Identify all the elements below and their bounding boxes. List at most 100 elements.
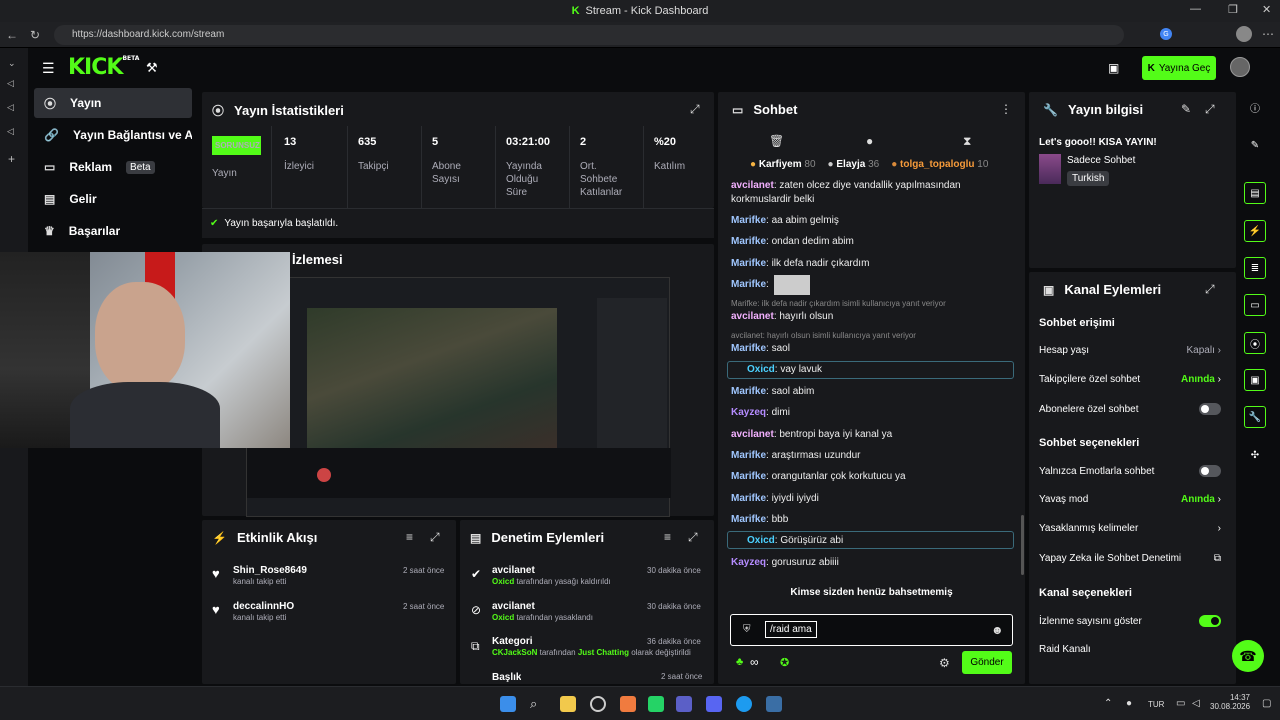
- volume-icon[interactable]: ◁: [1192, 698, 1200, 709]
- speaker-icon[interactable]: ◁: [7, 78, 14, 89]
- sidebar-item-stream[interactable]: ⦿ Yayın: [34, 88, 192, 118]
- minimize-icon[interactable]: —: [1190, 3, 1201, 15]
- kick-emote-icon[interactable]: ✪: [780, 656, 789, 669]
- account-age-row[interactable]: Hesap yaşı Kapalı ›: [1039, 345, 1221, 356]
- discord-icon[interactable]: [706, 696, 722, 712]
- chat-message[interactable]: Marifke: aa abim gelmiş: [731, 214, 1011, 228]
- speaker-icon[interactable]: ◁: [7, 102, 14, 113]
- mic-icon[interactable]: ●: [1126, 698, 1132, 709]
- chat-input-text[interactable]: /raid ama: [765, 621, 817, 638]
- extension-icon[interactable]: G: [1160, 28, 1172, 40]
- more-vertical-icon[interactable]: ⋮: [1000, 102, 1012, 116]
- emoji-icon[interactable]: ☻: [991, 623, 1004, 637]
- support-icon[interactable]: ☎: [1232, 640, 1264, 672]
- infinity-icon[interactable]: ∞: [750, 655, 759, 669]
- obs-icon[interactable]: [590, 696, 606, 712]
- user-avatar[interactable]: [1230, 57, 1250, 77]
- chat-bubble-icon[interactable]: ●: [866, 134, 873, 148]
- whatsapp-icon[interactable]: [648, 696, 664, 712]
- more-menu-icon[interactable]: ⋯: [1262, 27, 1274, 41]
- wrench-tool-icon[interactable]: 🔧: [1244, 406, 1266, 428]
- hamburger-menu-icon[interactable]: ☰: [42, 60, 55, 77]
- address-input[interactable]: https://dashboard.kick.com/stream: [54, 25, 1124, 45]
- expand-icon[interactable]: ⤢: [1205, 282, 1215, 297]
- settings-icon[interactable]: ⚙: [939, 656, 950, 670]
- filter-icon[interactable]: ≡: [406, 530, 413, 544]
- stream-preview-video[interactable]: [246, 277, 671, 517]
- slow-mode-row[interactable]: Yavaş mod Anında ›: [1039, 494, 1221, 505]
- teams-icon[interactable]: [676, 696, 692, 712]
- followers-only-row[interactable]: Takipçilere özel sohbet Anında ›: [1039, 374, 1221, 385]
- tools-icon[interactable]: ⚒: [146, 60, 158, 76]
- chevron-up-icon[interactable]: ⌃: [1104, 698, 1112, 709]
- chat-image[interactable]: [774, 275, 810, 295]
- app-icon[interactable]: [766, 696, 782, 712]
- close-icon[interactable]: ✕: [1262, 3, 1271, 16]
- chat-message[interactable]: Marifke: iyiydi iyiydi: [731, 492, 1011, 506]
- stream-info-tool-icon[interactable]: ▤: [1244, 182, 1266, 204]
- show-viewers-toggle[interactable]: [1199, 615, 1221, 627]
- subs-only-toggle[interactable]: [1199, 403, 1221, 415]
- chat-message[interactable]: Kayzeq: dimi: [731, 406, 1011, 420]
- chat-message[interactable]: avcilanet: bentropi baya iyi kanal ya: [731, 428, 1011, 442]
- chat-message[interactable]: Kayzeq: gorusuruz abiiii: [731, 556, 1011, 570]
- puzzle-icon[interactable]: ✣: [1244, 444, 1266, 466]
- chevron-down-icon[interactable]: ⌄: [8, 58, 16, 69]
- broadcast-tool-icon[interactable]: ⦿: [1244, 332, 1266, 354]
- app-icon[interactable]: [620, 696, 636, 712]
- chat-message[interactable]: Marifke: orangutanlar çok korkutucu ya: [731, 470, 1011, 484]
- back-icon[interactable]: ←: [6, 28, 18, 42]
- chat-scrollbar[interactable]: [1021, 515, 1024, 575]
- info-icon[interactable]: ⓘ: [1244, 96, 1266, 118]
- theater-mode-icon[interactable]: ▣: [1108, 61, 1119, 75]
- hourglass-icon[interactable]: ⧗: [963, 134, 971, 149]
- chat-tool-icon[interactable]: ▭: [1244, 294, 1266, 316]
- filter-icon[interactable]: ≡: [664, 530, 671, 544]
- chat-message[interactable]: avcilanet: hayırlı olsun: [731, 310, 1011, 324]
- search-icon[interactable]: ⌕: [530, 696, 546, 712]
- kick-logo[interactable]: KICKBETA: [68, 55, 139, 80]
- chat-message[interactable]: Marifke: araştırması uzundur: [731, 449, 1011, 463]
- calendar-tool-icon[interactable]: ▣: [1244, 369, 1266, 391]
- chat-message[interactable]: Oxicd: vay lavuk: [747, 363, 1027, 377]
- profile-avatar[interactable]: [1236, 26, 1252, 42]
- chat-message[interactable]: Marifke: ilk defa nadir çıkardım: [731, 257, 1011, 271]
- clock[interactable]: 14:37 30.08.2026: [1210, 693, 1250, 711]
- edit-icon[interactable]: ✎: [1244, 134, 1266, 156]
- ai-moderation-row[interactable]: Yapay Zeka ile Sohbet Denetimi ⧉: [1039, 553, 1221, 564]
- sidebar-item-achievements[interactable]: ♛ Başarılar: [34, 216, 192, 246]
- expand-icon[interactable]: ⤢: [688, 530, 698, 545]
- sidebar-item-ads[interactable]: ▭ Reklam Beta: [34, 152, 192, 182]
- edit-icon[interactable]: ✎: [1181, 102, 1191, 116]
- start-icon[interactable]: [500, 696, 516, 712]
- language-indicator[interactable]: TUR: [1148, 700, 1164, 709]
- send-button[interactable]: Gönder: [962, 651, 1012, 674]
- expand-icon[interactable]: ⤢: [1205, 102, 1215, 117]
- chat-message[interactable]: Marifke:: [731, 275, 1011, 295]
- go-live-button[interactable]: K Yayına Geç: [1142, 56, 1216, 80]
- chat-message[interactable]: Marifke: saol: [731, 342, 1011, 356]
- emotes-only-toggle[interactable]: [1199, 465, 1221, 477]
- chat-message[interactable]: Marifke: ondan dedim abim: [731, 235, 1011, 249]
- chat-message[interactable]: Marifke: bbb: [731, 513, 1011, 527]
- banned-words-row[interactable]: Yasaklanmış kelimeler ›: [1039, 523, 1221, 534]
- maximize-icon[interactable]: ❐: [1228, 3, 1238, 16]
- chat-message[interactable]: Marifke: saol abim: [731, 385, 1011, 399]
- chat-input[interactable]: ⛨ /raid ama ☻: [730, 614, 1013, 646]
- folder-icon[interactable]: [560, 696, 576, 712]
- plus-icon[interactable]: +: [8, 152, 15, 166]
- expand-icon[interactable]: ⤢: [690, 102, 700, 117]
- monitor-icon[interactable]: ▭: [1176, 698, 1185, 709]
- chat-message[interactable]: Oxicd: Görüşürüz abi: [747, 534, 1027, 548]
- kick-points-icon[interactable]: ♣: [736, 656, 743, 668]
- raid-row[interactable]: Raid Kanalı: [1039, 644, 1221, 655]
- reload-icon[interactable]: ↻: [30, 28, 40, 42]
- notification-icon[interactable]: ▢: [1262, 698, 1271, 709]
- trash-icon[interactable]: 🗑: [769, 134, 784, 148]
- edge-icon[interactable]: [736, 696, 752, 712]
- lightning-tool-icon[interactable]: ⚡: [1244, 220, 1266, 242]
- chat-message[interactable]: avcilanet: zaten olcez diye vandallik ya…: [731, 179, 1011, 207]
- sidebar-item-revenue[interactable]: ▤ Gelir: [34, 184, 192, 214]
- speaker-icon[interactable]: ◁: [7, 126, 14, 137]
- sidebar-item-stream-key[interactable]: 🔗Yayın Bağlantısı ve Anahtar: [34, 120, 192, 150]
